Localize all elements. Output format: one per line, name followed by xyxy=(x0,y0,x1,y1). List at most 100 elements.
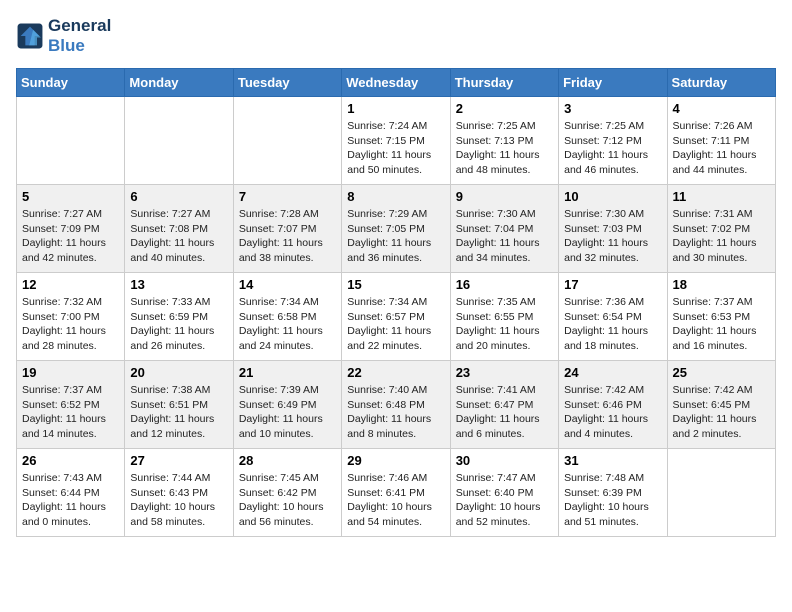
calendar-cell: 27Sunrise: 7:44 AM Sunset: 6:43 PM Dayli… xyxy=(125,449,233,537)
calendar-cell: 17Sunrise: 7:36 AM Sunset: 6:54 PM Dayli… xyxy=(559,273,667,361)
calendar-cell: 15 Sunrise: 7:34 AM Sunset: 6:57 PM Dayli… xyxy=(342,273,450,361)
cell-info: Sunrise: 7:34 AM Sunset: 6:57 PM Dayligh… xyxy=(347,295,444,354)
day-number: 11 xyxy=(673,189,770,204)
day-number: 20 xyxy=(130,365,227,380)
calendar-cell: 12 Sunrise: 7:32 AM Sunset: 7:00 PM Dayli… xyxy=(17,273,125,361)
calendar-cell: 7 Sunrise: 7:28 AM Sunset: 7:07 PM Daylig… xyxy=(233,185,341,273)
calendar-week-3: 12 Sunrise: 7:32 AM Sunset: 7:00 PM Dayli… xyxy=(17,273,776,361)
calendar-cell: 14 Sunrise: 7:34 AM Sunset: 6:58 PM Dayli… xyxy=(233,273,341,361)
day-number: 15 xyxy=(347,277,444,292)
day-number: 13 xyxy=(130,277,227,292)
day-header-friday: Friday xyxy=(559,69,667,97)
cell-info: Sunrise: 7:41 AM Sunset: 6:47 PM Dayligh… xyxy=(456,383,553,442)
calendar-cell: 30 Sunrise: 7:47 AM Sunset: 6:40 PM Dayli… xyxy=(450,449,558,537)
cell-info: Sunrise: 7:24 AM Sunset: 7:15 PM Dayligh… xyxy=(347,119,444,178)
day-number: 21 xyxy=(239,365,336,380)
day-number: 10 xyxy=(564,189,661,204)
day-number: 22 xyxy=(347,365,444,380)
cell-info: Sunrise: 7:37 AM Sunset: 6:52 PM Dayligh… xyxy=(22,383,119,442)
calendar-cell: 19 Sunrise: 7:37 AM Sunset: 6:52 PM Dayli… xyxy=(17,361,125,449)
day-number: 30 xyxy=(456,453,553,468)
day-header-wednesday: Wednesday xyxy=(342,69,450,97)
day-number: 19 xyxy=(22,365,119,380)
calendar-cell xyxy=(17,97,125,185)
calendar-cell xyxy=(667,449,775,537)
calendar-cell: 24 Sunrise: 7:42 AM Sunset: 6:46 PM Dayli… xyxy=(559,361,667,449)
calendar-cell: 20 Sunrise: 7:38 AM Sunset: 6:51 PM Dayli… xyxy=(125,361,233,449)
cell-info: Sunrise: 7:29 AM Sunset: 7:05 PM Dayligh… xyxy=(347,207,444,266)
logo-icon xyxy=(16,22,44,50)
cell-info: Sunrise: 7:31 AM Sunset: 7:02 PM Dayligh… xyxy=(673,207,770,266)
calendar-cell xyxy=(233,97,341,185)
calendar-cell: 2Sunrise: 7:25 AM Sunset: 7:13 PM Daylig… xyxy=(450,97,558,185)
cell-info: Sunrise: 7:43 AM Sunset: 6:44 PM Dayligh… xyxy=(22,471,119,530)
calendar-table: SundayMondayTuesdayWednesdayThursdayFrid… xyxy=(16,68,776,537)
day-number: 6 xyxy=(130,189,227,204)
day-header-tuesday: Tuesday xyxy=(233,69,341,97)
day-number: 7 xyxy=(239,189,336,204)
calendar-cell: 28 Sunrise: 7:45 AM Sunset: 6:42 PM Dayli… xyxy=(233,449,341,537)
cell-info: Sunrise: 7:46 AM Sunset: 6:41 PM Dayligh… xyxy=(347,471,444,530)
cell-info: Sunrise: 7:42 AM Sunset: 6:46 PM Dayligh… xyxy=(564,383,661,442)
calendar-cell: 10 Sunrise: 7:30 AM Sunset: 7:03 PM Dayli… xyxy=(559,185,667,273)
day-number: 9 xyxy=(456,189,553,204)
day-number: 28 xyxy=(239,453,336,468)
cell-info: Sunrise: 7:27 AM Sunset: 7:08 PM Dayligh… xyxy=(130,207,227,266)
calendar-cell: 16Sunrise: 7:35 AM Sunset: 6:55 PM Dayli… xyxy=(450,273,558,361)
calendar-cell: 1 Sunrise: 7:24 AM Sunset: 7:15 PM Daylig… xyxy=(342,97,450,185)
cell-info: Sunrise: 7:47 AM Sunset: 6:40 PM Dayligh… xyxy=(456,471,553,530)
day-number: 1 xyxy=(347,101,444,116)
header-row: SundayMondayTuesdayWednesdayThursdayFrid… xyxy=(17,69,776,97)
cell-info: Sunrise: 7:36 AM Sunset: 6:54 PM Dayligh… xyxy=(564,295,661,354)
day-number: 18 xyxy=(673,277,770,292)
day-number: 31 xyxy=(564,453,661,468)
calendar-cell: 29 Sunrise: 7:46 AM Sunset: 6:41 PM Dayli… xyxy=(342,449,450,537)
calendar-cell: 26Sunrise: 7:43 AM Sunset: 6:44 PM Dayli… xyxy=(17,449,125,537)
day-number: 14 xyxy=(239,277,336,292)
day-number: 29 xyxy=(347,453,444,468)
cell-info: Sunrise: 7:48 AM Sunset: 6:39 PM Dayligh… xyxy=(564,471,661,530)
calendar-cell: 3 Sunrise: 7:25 AM Sunset: 7:12 PM Daylig… xyxy=(559,97,667,185)
calendar-cell: 21 Sunrise: 7:39 AM Sunset: 6:49 PM Dayli… xyxy=(233,361,341,449)
day-number: 3 xyxy=(564,101,661,116)
day-number: 12 xyxy=(22,277,119,292)
day-number: 8 xyxy=(347,189,444,204)
cell-info: Sunrise: 7:32 AM Sunset: 7:00 PM Dayligh… xyxy=(22,295,119,354)
calendar-cell: 9 Sunrise: 7:30 AM Sunset: 7:04 PM Daylig… xyxy=(450,185,558,273)
calendar-cell: 31 Sunrise: 7:48 AM Sunset: 6:39 PM Dayli… xyxy=(559,449,667,537)
cell-info: Sunrise: 7:28 AM Sunset: 7:07 PM Dayligh… xyxy=(239,207,336,266)
logo: General Blue xyxy=(16,16,111,56)
calendar-week-4: 19 Sunrise: 7:37 AM Sunset: 6:52 PM Dayli… xyxy=(17,361,776,449)
cell-info: Sunrise: 7:26 AM Sunset: 7:11 PM Dayligh… xyxy=(673,119,770,178)
calendar-cell: 18 Sunrise: 7:37 AM Sunset: 6:53 PM Dayli… xyxy=(667,273,775,361)
cell-info: Sunrise: 7:39 AM Sunset: 6:49 PM Dayligh… xyxy=(239,383,336,442)
calendar-cell: 6 Sunrise: 7:27 AM Sunset: 7:08 PM Daylig… xyxy=(125,185,233,273)
cell-info: Sunrise: 7:25 AM Sunset: 7:12 PM Dayligh… xyxy=(564,119,661,178)
calendar-cell: 22 Sunrise: 7:40 AM Sunset: 6:48 PM Dayli… xyxy=(342,361,450,449)
cell-info: Sunrise: 7:40 AM Sunset: 6:48 PM Dayligh… xyxy=(347,383,444,442)
calendar-week-1: 1 Sunrise: 7:24 AM Sunset: 7:15 PM Daylig… xyxy=(17,97,776,185)
day-header-monday: Monday xyxy=(125,69,233,97)
day-number: 24 xyxy=(564,365,661,380)
day-number: 23 xyxy=(456,365,553,380)
cell-info: Sunrise: 7:30 AM Sunset: 7:03 PM Dayligh… xyxy=(564,207,661,266)
calendar-cell xyxy=(125,97,233,185)
day-header-thursday: Thursday xyxy=(450,69,558,97)
page-header: General Blue xyxy=(16,16,776,56)
calendar-week-2: 5Sunrise: 7:27 AM Sunset: 7:09 PM Daylig… xyxy=(17,185,776,273)
cell-info: Sunrise: 7:37 AM Sunset: 6:53 PM Dayligh… xyxy=(673,295,770,354)
cell-info: Sunrise: 7:30 AM Sunset: 7:04 PM Dayligh… xyxy=(456,207,553,266)
calendar-cell: 25Sunrise: 7:42 AM Sunset: 6:45 PM Dayli… xyxy=(667,361,775,449)
cell-info: Sunrise: 7:33 AM Sunset: 6:59 PM Dayligh… xyxy=(130,295,227,354)
cell-info: Sunrise: 7:45 AM Sunset: 6:42 PM Dayligh… xyxy=(239,471,336,530)
day-number: 25 xyxy=(673,365,770,380)
calendar-cell: 11 Sunrise: 7:31 AM Sunset: 7:02 PM Dayli… xyxy=(667,185,775,273)
cell-info: Sunrise: 7:34 AM Sunset: 6:58 PM Dayligh… xyxy=(239,295,336,354)
cell-info: Sunrise: 7:27 AM Sunset: 7:09 PM Dayligh… xyxy=(22,207,119,266)
cell-info: Sunrise: 7:25 AM Sunset: 7:13 PM Dayligh… xyxy=(456,119,553,178)
calendar-cell: 8 Sunrise: 7:29 AM Sunset: 7:05 PM Daylig… xyxy=(342,185,450,273)
cell-info: Sunrise: 7:38 AM Sunset: 6:51 PM Dayligh… xyxy=(130,383,227,442)
calendar-cell: 4Sunrise: 7:26 AM Sunset: 7:11 PM Daylig… xyxy=(667,97,775,185)
cell-info: Sunrise: 7:35 AM Sunset: 6:55 PM Dayligh… xyxy=(456,295,553,354)
calendar-cell: 13 Sunrise: 7:33 AM Sunset: 6:59 PM Dayli… xyxy=(125,273,233,361)
